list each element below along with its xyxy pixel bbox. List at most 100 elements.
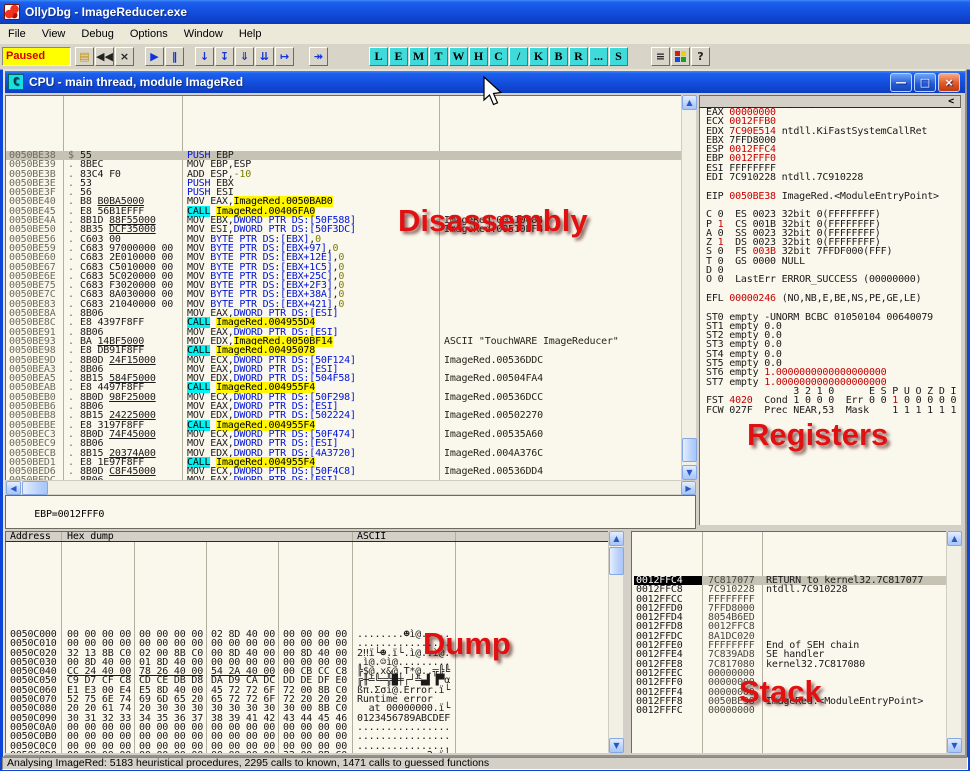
trace-over-icon: ⇊ <box>260 50 269 63</box>
registers-pane[interactable]: EAX 00000000ECX 0012FFB0EDX 7C90E514 ntd… <box>699 108 961 525</box>
window-button-l[interactable]: L <box>369 47 388 66</box>
pass-exception-icon: ↠ <box>314 50 323 63</box>
trace-over-button[interactable]: ⇊ <box>255 47 274 66</box>
scroll-right-icon[interactable]: ▶ <box>681 481 696 495</box>
cpu-window-icon: C <box>8 74 24 90</box>
windows-list-button[interactable]: ≡ <box>651 47 670 66</box>
exec-till-return-button[interactable]: ↦ <box>275 47 294 66</box>
scroll-left-icon[interactable]: ◀ <box>6 481 21 495</box>
patches-grid-icon <box>675 51 686 62</box>
register-line[interactable]: EFL 00000246 (NO,NB,E,BE,NS,PE,GE,LE) <box>700 294 961 303</box>
disasm-row[interactable]: 0050BE38$55PUSH EBP <box>6 151 681 160</box>
register-line[interactable]: O 0 LastErr ERROR_SUCCESS (00000000) <box>700 275 961 284</box>
window-button-e[interactable]: E <box>389 47 408 66</box>
close-button[interactable]: × <box>938 73 960 92</box>
minimize-button[interactable]: — <box>890 73 912 92</box>
register-line[interactable]: EIP 0050BE38 ImageRed.<ModuleEntryPoint> <box>700 192 961 201</box>
disasm-scroll-thumb[interactable] <box>682 438 697 462</box>
pause-button[interactable]: ‖ <box>165 47 184 66</box>
register-line[interactable]: T 0 GS 0000 NULL <box>700 257 961 266</box>
disasm-row[interactable]: 0050BE3E.53PUSH EBX <box>6 179 681 188</box>
pause-icon: ‖ <box>172 50 178 63</box>
dump-vscrollbar[interactable]: ▲ ▼ <box>608 531 623 753</box>
patches-button[interactable] <box>671 47 690 66</box>
close-process-button[interactable]: × <box>115 47 134 66</box>
window-button-r[interactable]: R <box>569 47 588 66</box>
menu-item-help[interactable]: Help <box>231 25 270 44</box>
dump-row[interactable]: 0050C0D000 00 00 0000 00 00 0000 00 00 0… <box>6 751 608 753</box>
disasm-row[interactable]: 0050BE8C.E8 4397F8FFCALL ImageRed.004955… <box>6 318 681 327</box>
window-button-s[interactable]: S <box>609 47 628 66</box>
maximize-button[interactable]: □ <box>914 73 936 92</box>
menu-item-options[interactable]: Options <box>122 25 176 44</box>
scroll-up-icon[interactable]: ▲ <box>682 95 697 110</box>
collapse-icon[interactable]: < <box>948 96 954 107</box>
stack-row[interactable]: 0012FFFC00000000 <box>632 706 946 715</box>
disasm-row[interactable]: 0050BED6.8B0D C8F45000MOV ECX,DWORD PTR … <box>6 467 681 476</box>
disasm-hscrollbar[interactable]: ◀ ▶ <box>5 480 696 494</box>
status-text: Analysing ImageRed: 5183 heuristical pro… <box>7 757 489 769</box>
dump-header: Address Hex dump ASCII <box>5 531 608 542</box>
open-file-icon: ▤ <box>79 50 89 63</box>
disasm-row[interactable]: 0050BE9D.8B0D 24F15000MOV ECX,DWORD PTR … <box>6 356 681 365</box>
trace-into-icon: ⇓ <box>240 50 249 63</box>
disasm-row[interactable]: 0050BE3B.83C4 F0ADD ESP,-10 <box>6 170 681 179</box>
window-button-w[interactable]: W <box>449 47 468 66</box>
menu-item-debug[interactable]: Debug <box>73 25 121 44</box>
disasm-vscrollbar[interactable]: ▲ ▼ <box>681 95 696 480</box>
app-titlebar[interactable]: OllyDbg - ImageReducer.exe <box>0 0 970 24</box>
window-button-h[interactable]: H <box>469 47 488 66</box>
stack-pane[interactable]: 0012FFC47C817077RETURN to kernel32.7C817… <box>631 531 946 753</box>
disasm-row[interactable]: 0050BEB0.8B0D 98F25000MOV ECX,DWORD PTR … <box>6 393 681 402</box>
window-button-dots[interactable]: ... <box>589 47 608 66</box>
disasm-row[interactable]: 0050BE83.C683 21040000 00MOV BYTE PTR DS… <box>6 300 681 309</box>
window-button-k[interactable]: K <box>529 47 548 66</box>
scroll-down-icon[interactable]: ▼ <box>609 738 624 753</box>
run-icon: ▶ <box>150 50 158 63</box>
step-into-button[interactable]: ↓ <box>195 47 214 66</box>
window-button-m[interactable]: M <box>409 47 428 66</box>
cpu-titlebar[interactable]: C CPU - main thread, module ImageRed — □… <box>5 71 965 93</box>
cpu-window-title: CPU - main thread, module ImageRed <box>29 75 243 89</box>
register-line[interactable]: FCW 027F Prec NEAR,53 Mask 1 1 1 1 1 1 <box>700 406 961 415</box>
scroll-down-icon[interactable]: ▼ <box>947 738 962 753</box>
menu-item-window[interactable]: Window <box>176 25 231 44</box>
dump-scroll-thumb[interactable] <box>609 547 624 575</box>
window-button-c[interactable]: C <box>489 47 508 66</box>
window-button-t[interactable]: T <box>429 47 448 66</box>
disassembly-pane[interactable]: 0050BE38$55PUSH EBP0050BE39.8BECMOV EBP,… <box>5 95 681 480</box>
menu-bar: FileViewDebugOptionsWindowHelp <box>0 24 970 45</box>
help-button[interactable]: ? <box>691 47 710 66</box>
pass-exception-button[interactable]: ↠ <box>309 47 328 66</box>
windows-list-icon: ≡ <box>656 50 665 63</box>
window-button-slash[interactable]: / <box>509 47 528 66</box>
registers-header[interactable]: Registers (FPU) < <box>699 95 961 108</box>
step-over-icon: ↧ <box>220 50 229 63</box>
scroll-down-icon[interactable]: ▼ <box>682 465 697 480</box>
help-icon: ? <box>697 50 703 63</box>
menu-item-file[interactable]: File <box>0 25 34 44</box>
status-paused-indicator: Paused <box>2 47 71 66</box>
scroll-up-icon[interactable]: ▲ <box>609 531 624 546</box>
scroll-up-icon[interactable]: ▲ <box>947 531 962 546</box>
dump-col-ascii: ASCII <box>357 532 386 542</box>
window-button-b[interactable]: B <box>549 47 568 66</box>
trace-into-button[interactable]: ⇓ <box>235 47 254 66</box>
ollydbg-app-icon <box>4 4 20 20</box>
stack-vscrollbar[interactable]: ▲ ▼ <box>946 531 961 753</box>
info-line: EBP=0012FFF0 <box>34 509 104 520</box>
restart-button[interactable]: ◀◀ <box>95 47 114 66</box>
dump-col-hex: Hex dump <box>67 532 114 542</box>
info-pane: EBP=0012FFF0 <box>5 495 696 529</box>
open-file-button[interactable]: ▤ <box>75 47 94 66</box>
status-bar: Analysing ImageRed: 5183 heuristical pro… <box>2 757 968 770</box>
step-over-button[interactable]: ↧ <box>215 47 234 66</box>
dump-pane[interactable]: 0050C00000 00 00 0000 00 00 0002 8D 40 0… <box>5 542 608 753</box>
disasm-row[interactable]: 0050BEC3.8B0D 74F45000MOV ECX,DWORD PTR … <box>6 430 681 439</box>
disasm-hscroll-thumb[interactable] <box>22 481 48 495</box>
run-button[interactable]: ▶ <box>145 47 164 66</box>
exec-till-return-icon: ↦ <box>280 50 289 63</box>
menu-item-view[interactable]: View <box>34 25 74 44</box>
dump-col-address: Address <box>10 532 51 542</box>
register-line[interactable]: EDI 7C910228 ntdll.7C910228 <box>700 173 961 182</box>
